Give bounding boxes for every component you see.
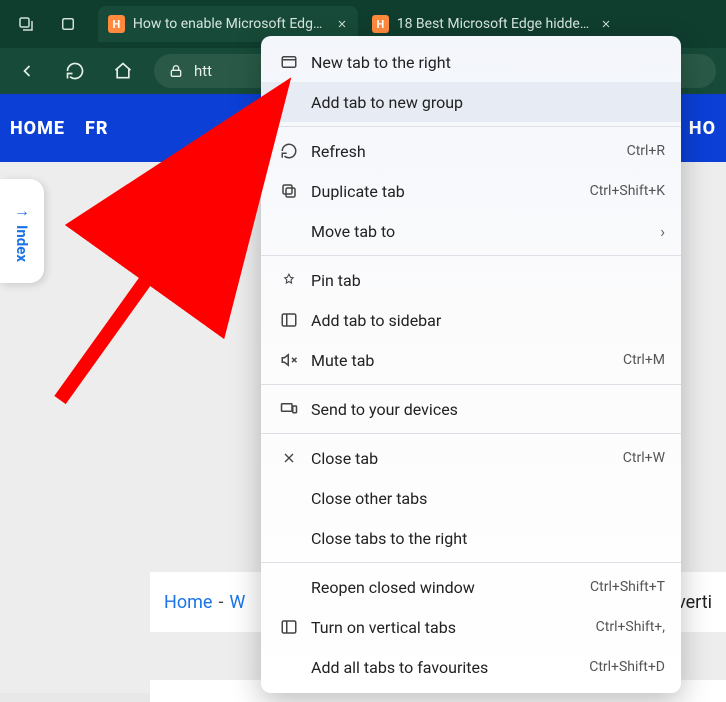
tab-actions-icon[interactable] — [8, 6, 44, 42]
menu-shortcut: Ctrl+W — [623, 450, 665, 466]
menu-shortcut: Ctrl+Shift+K — [590, 183, 665, 199]
vertical-tabs-icon — [275, 618, 303, 636]
breadcrumb-home-link[interactable]: Home — [164, 592, 212, 613]
menu-new-tab-right[interactable]: New tab to the right — [261, 42, 681, 82]
menu-label: Add tab to sidebar — [311, 311, 665, 330]
refresh-icon — [275, 142, 303, 160]
menu-separator — [261, 384, 681, 385]
favicon-icon: H — [372, 15, 389, 33]
index-label: Index — [13, 225, 31, 262]
menu-label: Turn on vertical tabs — [311, 618, 596, 637]
menu-label: Mute tab — [311, 351, 623, 370]
refresh-button[interactable] — [58, 54, 92, 88]
tab-title: How to enable Microsoft Edge v... — [133, 16, 328, 32]
menu-add-sidebar[interactable]: Add tab to sidebar — [261, 300, 681, 340]
menu-add-to-group[interactable]: Add tab to new group — [261, 82, 681, 122]
devices-icon — [275, 400, 303, 418]
sidebar-icon — [275, 311, 303, 329]
menu-label: Add tab to new group — [311, 93, 665, 112]
close-tab-icon[interactable] — [600, 18, 612, 30]
menu-shortcut: Ctrl+M — [623, 352, 665, 368]
menu-shortcut: Ctrl+Shift+D — [589, 659, 665, 675]
menu-move-to[interactable]: Move tab to › — [261, 211, 681, 251]
menu-close-right[interactable]: Close tabs to the right — [261, 518, 681, 558]
new-tab-icon — [275, 53, 303, 71]
menu-close-other[interactable]: Close other tabs — [261, 478, 681, 518]
duplicate-icon — [275, 182, 303, 200]
address-text: htt — [194, 62, 212, 80]
menu-label: Reopen closed window — [311, 578, 590, 597]
menu-label: Close other tabs — [311, 489, 665, 508]
menu-send-devices[interactable]: Send to your devices — [261, 389, 681, 429]
pin-icon — [275, 271, 303, 289]
menu-separator — [261, 255, 681, 256]
tab-context-menu: New tab to the right Add tab to new grou… — [261, 36, 681, 693]
mute-icon — [275, 351, 303, 369]
nav-item[interactable]: FR — [75, 118, 119, 139]
menu-reopen[interactable]: Reopen closed window Ctrl+Shift+T — [261, 567, 681, 607]
menu-separator — [261, 562, 681, 563]
menu-pin[interactable]: Pin tab — [261, 260, 681, 300]
menu-label: Close tabs to the right — [311, 529, 665, 548]
menu-refresh[interactable]: Refresh Ctrl+R — [261, 131, 681, 171]
breadcrumb-separator: - — [218, 592, 223, 613]
menu-add-all-favourites[interactable]: Add all tabs to favourites Ctrl+Shift+D — [261, 647, 681, 687]
menu-close-tab[interactable]: Close tab Ctrl+W — [261, 438, 681, 478]
menu-mute[interactable]: Mute tab Ctrl+M — [261, 340, 681, 380]
menu-shortcut: Ctrl+R — [627, 143, 665, 159]
menu-label: Refresh — [311, 142, 627, 161]
collections-icon[interactable] — [50, 6, 86, 42]
tab-title: 18 Best Microsoft Edge hidden f... — [397, 16, 592, 32]
close-icon — [275, 450, 303, 466]
menu-shortcut: Ctrl+Shift+T — [590, 579, 665, 595]
menu-separator — [261, 433, 681, 434]
nav-item[interactable]: HO — [679, 118, 726, 139]
menu-shortcut: Ctrl+Shift+, — [596, 619, 665, 635]
back-button[interactable] — [10, 54, 44, 88]
menu-label: Add all tabs to favourites — [311, 658, 589, 677]
lock-icon — [168, 63, 184, 79]
menu-label: Duplicate tab — [311, 182, 590, 201]
breadcrumb-link[interactable]: W — [229, 592, 245, 613]
index-side-tab[interactable]: → Index — [0, 179, 44, 283]
home-button[interactable] — [106, 54, 140, 88]
nav-item-home[interactable]: HOME — [0, 118, 75, 139]
menu-label: New tab to the right — [311, 53, 665, 72]
arrow-right-icon: → — [14, 201, 30, 221]
breadcrumb-text: verti — [677, 592, 712, 613]
menu-separator — [261, 126, 681, 127]
favicon-icon: H — [108, 15, 125, 33]
menu-label: Move tab to — [311, 222, 660, 241]
close-tab-icon[interactable] — [336, 18, 348, 30]
chevron-right-icon: › — [660, 222, 665, 241]
menu-vertical-tabs[interactable]: Turn on vertical tabs Ctrl+Shift+, — [261, 607, 681, 647]
menu-label: Send to your devices — [311, 400, 665, 419]
menu-duplicate[interactable]: Duplicate tab Ctrl+Shift+K — [261, 171, 681, 211]
menu-label: Pin tab — [311, 271, 665, 290]
menu-label: Close tab — [311, 449, 623, 468]
